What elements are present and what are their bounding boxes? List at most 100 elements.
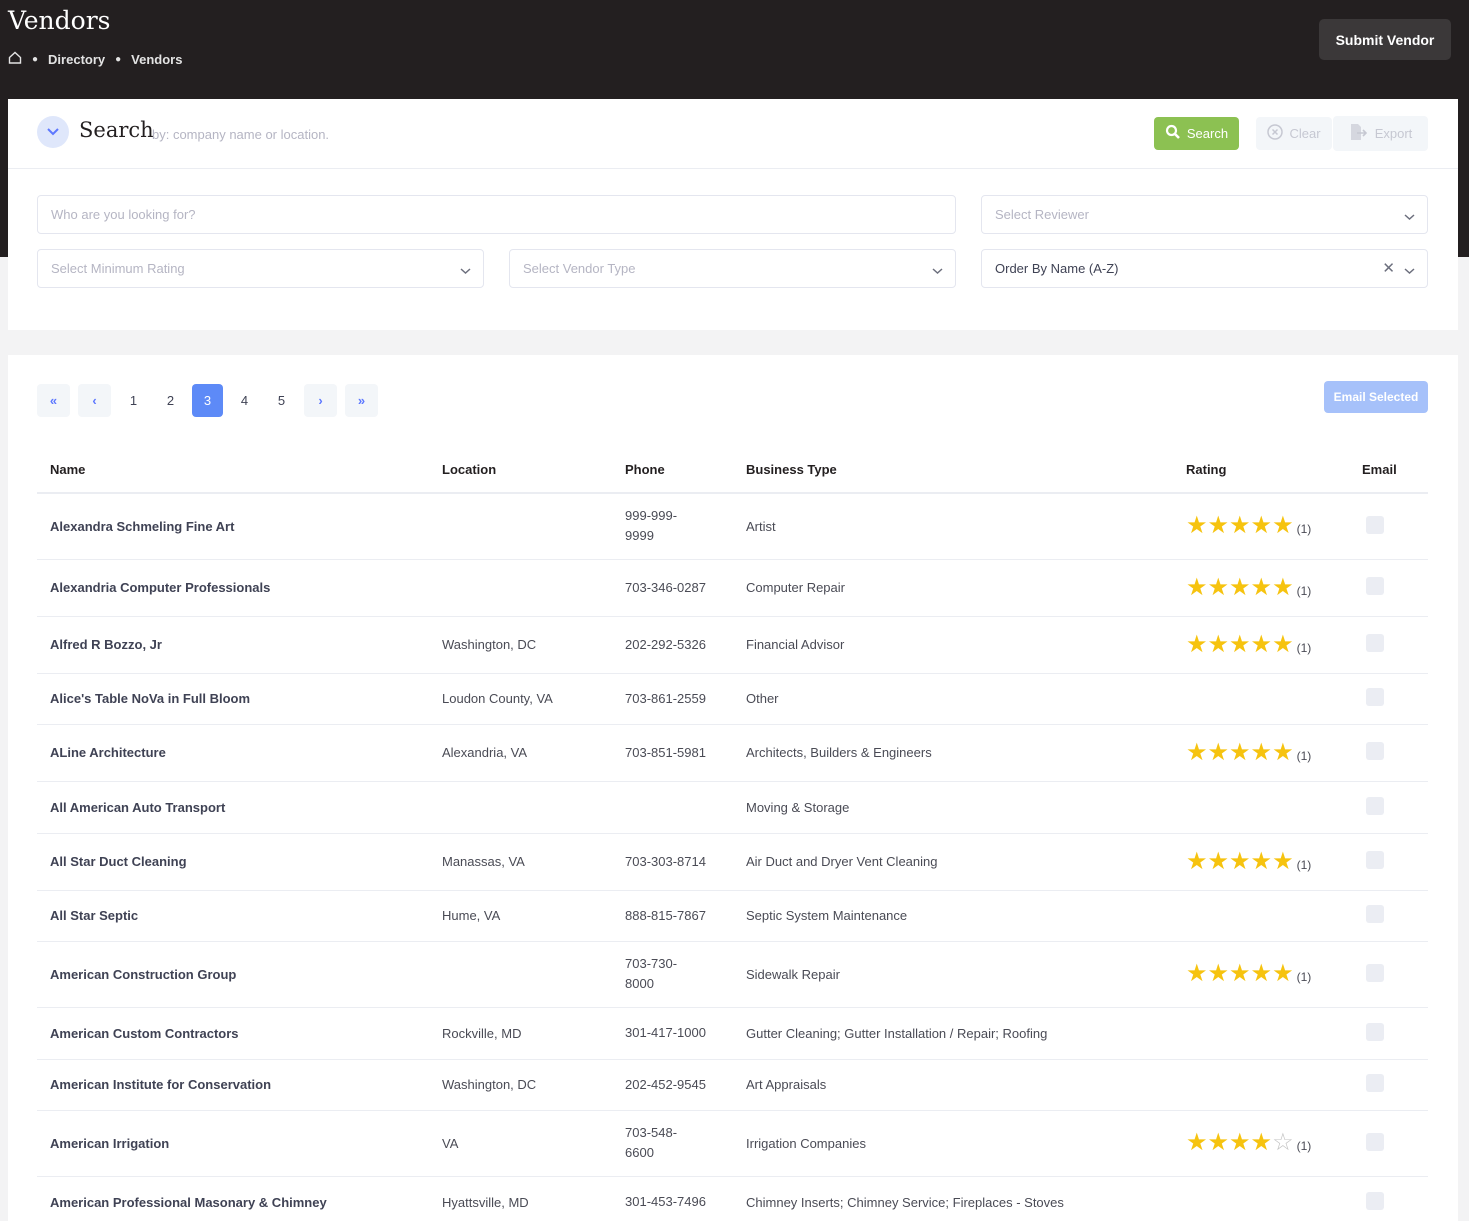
column-header-location[interactable]: Location [429,447,612,494]
page-button-5[interactable]: 5 [266,384,297,417]
column-header-email[interactable]: Email [1349,447,1428,494]
star-filled-icon: ★ [1186,960,1208,987]
email-checkbox[interactable] [1366,796,1384,815]
vendor-email-cell [1349,559,1428,617]
clear-selection-icon[interactable]: ✕ [1382,259,1395,277]
email-checkbox[interactable] [1366,688,1384,706]
table-row[interactable]: Alice's Table NoVa in Full Bloom Loudon C… [37,673,1428,725]
vendor-location [429,493,612,560]
vendor-name[interactable]: ALine Architecture [37,724,429,782]
minimum-rating-select[interactable]: Select Minimum Rating [37,249,484,288]
vendor-email-cell [1349,493,1428,560]
vendor-name[interactable]: All American Auto Transport [37,781,429,834]
vendor-business-type: Chimney Inserts; Chimney Service; Firepl… [733,1176,1173,1221]
vendor-name[interactable]: American Custom Contractors [37,1007,429,1060]
column-header-rating[interactable]: Rating [1173,447,1349,494]
table-row[interactable]: Alfred R Bozzo, Jr Washington, DC 202-292-… [37,616,1428,674]
table-row[interactable]: All Star Septic Hume, VA 888-815-7867 Septi… [37,890,1428,942]
home-icon[interactable] [8,51,22,67]
vendor-name[interactable]: American Construction Group [37,941,429,1008]
email-checkbox[interactable] [1366,1191,1384,1210]
star-filled-icon: ★ [1272,630,1294,658]
table-row[interactable]: All Star Duct Cleaning Manassas, VA 703-30… [37,833,1428,891]
submit-vendor-button[interactable]: Submit Vendor [1319,19,1451,60]
rating-count: (1) [1296,640,1312,655]
vendor-email-cell [1349,1110,1428,1177]
breadcrumb-directory[interactable]: Directory [48,52,105,67]
column-header-phone[interactable]: Phone [612,447,733,494]
table-row[interactable]: Alexandra Schmeling Fine Art 999-999- 999… [37,493,1428,560]
vendor-name[interactable]: Alfred R Bozzo, Jr [37,616,429,674]
vendor-type-placeholder: Select Vendor Type [523,261,636,276]
vendor-business-type: Financial Advisor [733,616,1173,674]
email-checkbox[interactable] [1366,1132,1384,1151]
star-rating: ★ ★ ★ ★ ★ (1) [1186,575,1336,600]
table-row[interactable]: American Irrigation VA 703-548- 6600 Irriga… [37,1110,1428,1177]
table-row[interactable]: Alexandria Computer Professionals 703-346… [37,559,1428,617]
email-checkbox[interactable] [1366,905,1384,923]
first-page-button[interactable]: « [37,384,70,417]
table-header-row: Name Location Phone Business Type Rating… [37,447,1428,494]
vendor-name[interactable]: Alexandra Schmeling Fine Art [37,493,429,560]
vendor-business-type: Artist [733,493,1173,560]
rating-count: (1) [1296,1139,1312,1153]
vendor-phone: 202-452-9545 [612,1059,733,1111]
vendor-name[interactable]: American Irrigation [37,1110,429,1177]
next-page-button[interactable]: › [304,384,337,417]
page-button-2[interactable]: 2 [155,384,186,417]
table-row[interactable]: American Custom Contractors Rockville, MD… [37,1007,1428,1060]
column-header-name[interactable]: Name [37,447,429,494]
vendor-type-select[interactable]: Select Vendor Type [509,249,956,288]
vendor-phone: 703-303-8714 [612,833,733,891]
keyword-search-input[interactable]: Who are you looking for? [37,195,956,234]
breadcrumb-vendors[interactable]: Vendors [131,52,182,67]
vendor-name[interactable]: Alexandria Computer Professionals [37,559,429,617]
page-button-4[interactable]: 4 [229,384,260,417]
export-button[interactable]: Export [1333,116,1428,151]
table-row[interactable]: ALine Architecture Alexandria, VA 703-851-… [37,724,1428,782]
vendor-name[interactable]: All Star Duct Cleaning [37,833,429,891]
vendor-phone: 301-453-7496 [612,1176,733,1221]
table-row[interactable]: American Institute for Conservation Washi… [37,1059,1428,1111]
email-checkbox[interactable] [1366,1022,1384,1041]
search-button[interactable]: Search [1154,117,1239,150]
vendor-phone [612,781,733,834]
last-page-button[interactable]: » [345,384,378,417]
email-checkbox[interactable] [1366,742,1384,760]
reviewer-select[interactable]: Select Reviewer [981,195,1428,234]
email-checkbox[interactable] [1366,1074,1384,1092]
vendor-location: Washington, DC [429,616,612,674]
page-button-3[interactable]: 3 [192,384,223,417]
vendor-email-cell [1349,1176,1428,1221]
star-filled-icon: ★ [1207,1129,1230,1156]
email-checkbox[interactable] [1366,851,1384,869]
page-button-1[interactable]: 1 [118,384,149,417]
order-by-select[interactable]: Order By Name (A-Z) ✕ [981,249,1428,288]
vendor-rating [1173,1176,1349,1221]
clear-button[interactable]: Clear [1256,117,1332,150]
table-row[interactable]: American Construction Group 703-730- 8000… [37,941,1428,1008]
vendor-name[interactable]: American Professional Masonary & Chimney [37,1176,429,1221]
email-checkbox[interactable] [1366,577,1384,595]
vendor-rating: ★ ★ ★ ★ ★ (1) [1173,724,1349,782]
vendor-location: Loudon County, VA [429,673,612,725]
email-checkbox[interactable] [1366,515,1384,534]
vendor-name[interactable]: American Institute for Conservation [37,1059,429,1111]
email-checkbox[interactable] [1366,963,1384,982]
column-header-business-type[interactable]: Business Type [733,447,1173,494]
vendor-email-cell [1349,890,1428,942]
rating-count: (1) [1296,522,1312,537]
vendor-name[interactable]: All Star Septic [37,890,429,942]
table-row[interactable]: American Professional Masonary & Chimney… [37,1176,1428,1221]
vendor-email-cell [1349,616,1428,674]
vendor-business-type: Art Appraisals [733,1059,1173,1111]
collapse-toggle-button[interactable] [37,116,69,148]
vendor-email-cell [1349,1007,1428,1060]
vendor-name[interactable]: Alice's Table NoVa in Full Bloom [37,673,429,725]
email-checkbox[interactable] [1366,634,1384,652]
search-icon [1165,124,1181,143]
table-row[interactable]: All American Auto Transport Moving & Stor… [37,781,1428,834]
vendor-business-type: Sidewalk Repair [733,941,1173,1008]
previous-page-button[interactable]: ‹ [78,384,111,417]
email-selected-button[interactable]: Email Selected [1324,381,1428,413]
